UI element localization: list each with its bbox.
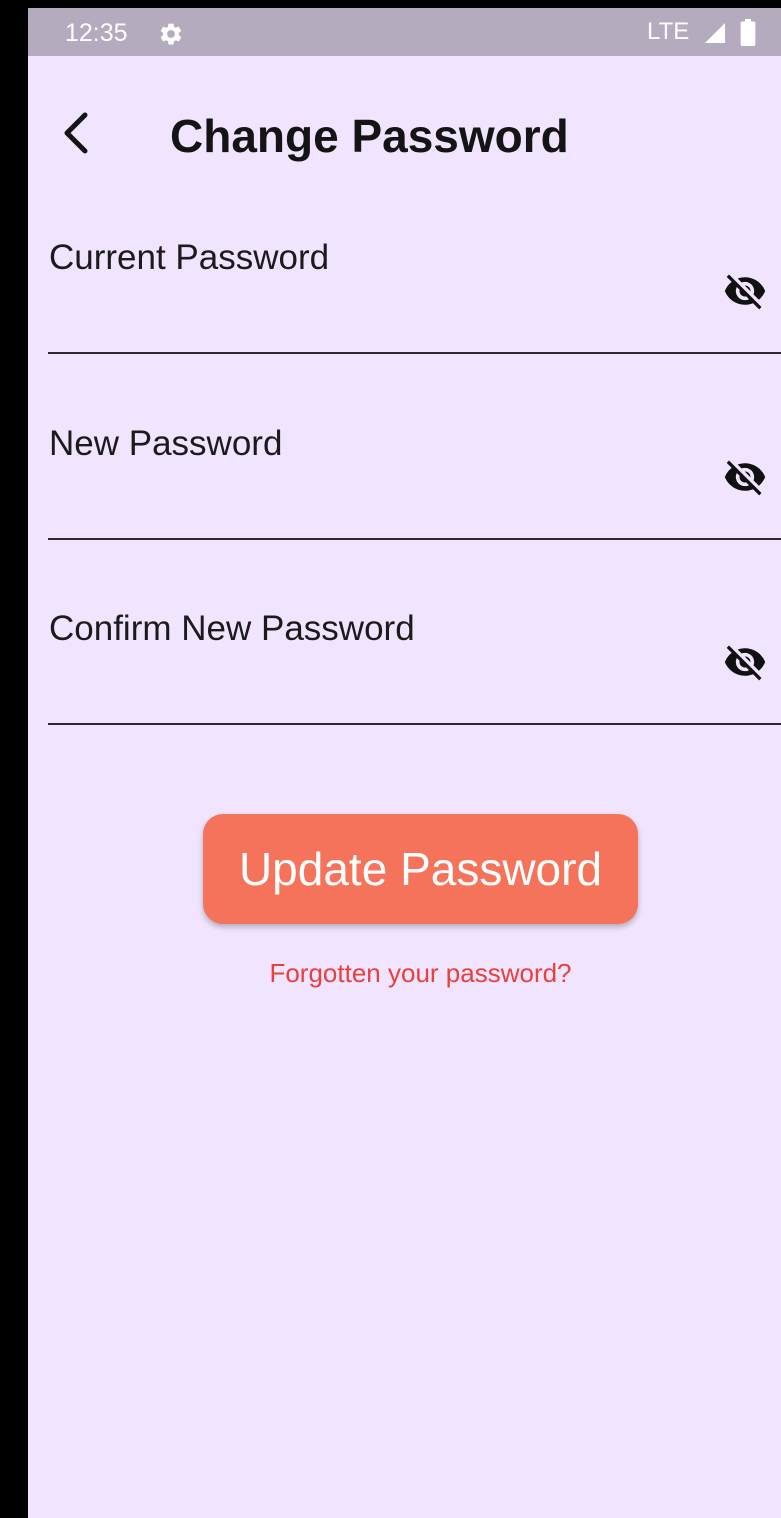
new-password-input[interactable] (48, 474, 712, 532)
back-button[interactable] (50, 103, 102, 163)
gear-icon (160, 23, 182, 45)
battery-icon (740, 19, 756, 46)
device-bezel-top (0, 0, 781, 8)
eye-off-icon (724, 645, 766, 681)
field-underline (48, 538, 781, 540)
status-bar: 12:35 LTE (28, 8, 781, 56)
page-title: Change Password (170, 110, 569, 162)
current-password-input[interactable] (48, 288, 712, 346)
toggle-current-password-visibility[interactable] (721, 267, 769, 315)
new-password-field: New Password (48, 424, 781, 574)
field-underline (48, 352, 781, 354)
toggle-new-password-visibility[interactable] (721, 453, 769, 501)
update-password-button[interactable]: Update Password (203, 814, 638, 924)
current-password-field: Current Password (48, 238, 781, 388)
confirm-new-password-field: Confirm New Password (48, 609, 781, 759)
forgot-password-link[interactable]: Forgotten your password? (28, 956, 781, 990)
eye-off-icon (724, 460, 766, 496)
new-password-label: New Password (49, 424, 283, 463)
status-time: 12:35 (65, 19, 128, 47)
current-password-label: Current Password (49, 238, 330, 277)
chevron-left-icon (64, 112, 88, 154)
change-password-screen: 12:35 LTE Change Password Current Passwo… (28, 8, 781, 1518)
confirm-new-password-label: Confirm New Password (49, 609, 415, 648)
device-bezel-left (0, 0, 28, 1518)
network-type-label: LTE (647, 18, 690, 45)
field-underline (48, 723, 781, 725)
confirm-new-password-input[interactable] (48, 659, 712, 717)
eye-off-icon (724, 274, 766, 310)
signal-icon (705, 23, 725, 43)
toggle-confirm-password-visibility[interactable] (721, 638, 769, 686)
